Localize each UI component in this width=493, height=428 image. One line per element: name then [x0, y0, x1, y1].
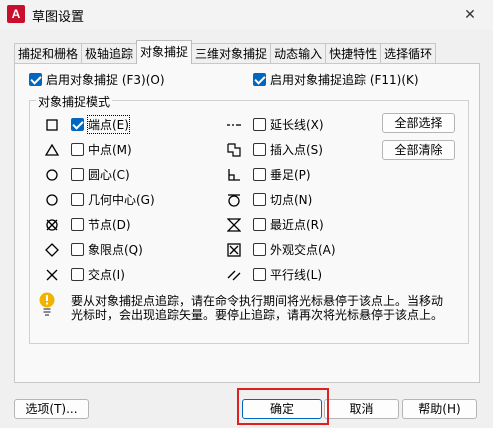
- dashed-line-icon: [227, 118, 241, 132]
- extension-label: 延长线(X): [270, 118, 324, 132]
- circle-icon: [45, 168, 59, 182]
- apparent-intersection-label: 外观交点(A): [270, 243, 336, 257]
- tangent-checkbox[interactable]: [253, 193, 266, 206]
- triangle-icon: [45, 143, 59, 157]
- tracking-help-text: 要从对象捕捉点追踪，请在命令执行期间将光标悬停于该点上。当移动光标时，会出现追踪…: [71, 294, 444, 322]
- snap-quadrant[interactable]: 象限点(Q): [45, 241, 143, 258]
- snap-geometric-center[interactable]: 几何中心(G): [45, 191, 155, 208]
- insertion-label: 插入点(S): [270, 143, 323, 157]
- select-all-button[interactable]: 全部选择: [382, 113, 455, 133]
- endpoint-label: 端点(E): [87, 115, 130, 134]
- tangent-label: 切点(N): [270, 193, 313, 207]
- tangent-icon: [227, 193, 241, 207]
- snap-insertion[interactable]: 插入点(S): [227, 141, 323, 158]
- circle-cross-icon: [45, 218, 59, 232]
- node-label: 节点(D): [88, 218, 131, 232]
- midpoint-label: 中点(M): [88, 143, 132, 157]
- nearest-checkbox[interactable]: [253, 218, 266, 231]
- snap-modes-title: 对象捕捉模式: [36, 93, 113, 110]
- enable-tracking-label: 启用对象捕捉追踪 (F11)(K): [270, 73, 419, 87]
- info-bulb-icon: [39, 292, 55, 316]
- snap-tangent[interactable]: 切点(N): [227, 191, 312, 208]
- x-cross-icon: [45, 268, 59, 282]
- tab-object-snap[interactable]: 对象捕捉: [136, 40, 193, 64]
- help-button[interactable]: 帮助(H): [402, 399, 477, 419]
- nearest-label: 最近点(R): [270, 218, 324, 232]
- square-icon: [45, 118, 59, 132]
- tab-snap-grid[interactable]: 捕捉和栅格: [14, 43, 83, 64]
- box-x-icon: [227, 242, 241, 257]
- endpoint-checkbox[interactable]: [71, 118, 84, 131]
- window-title: 草图设置: [32, 10, 85, 25]
- geometric-center-checkbox[interactable]: [71, 193, 84, 206]
- midpoint-checkbox[interactable]: [71, 143, 84, 156]
- tab-3d-object-snap[interactable]: 三维对象捕捉: [191, 43, 272, 64]
- clear-all-button[interactable]: 全部清除: [382, 140, 455, 160]
- ok-button-highlight: [237, 388, 329, 425]
- snap-midpoint[interactable]: 中点(M): [45, 141, 132, 158]
- snap-center[interactable]: 圆心(C): [45, 166, 130, 183]
- node-checkbox[interactable]: [71, 218, 84, 231]
- tab-polar-tracking[interactable]: 极轴追踪: [81, 43, 138, 64]
- intersection-checkbox[interactable]: [71, 268, 84, 281]
- hourglass-icon: [227, 217, 241, 232]
- center-checkbox[interactable]: [71, 168, 84, 181]
- apparent-intersection-checkbox[interactable]: [253, 243, 266, 256]
- snap-perpendicular[interactable]: 垂足(P): [227, 166, 311, 183]
- geometric-center-label: 几何中心(G): [88, 193, 155, 207]
- quadrant-label: 象限点(Q): [88, 243, 143, 257]
- app-icon: A: [7, 5, 25, 23]
- snap-apparent-intersection[interactable]: 外观交点(A): [227, 241, 336, 258]
- snap-intersection[interactable]: 交点(I): [45, 266, 125, 283]
- perpendicular-icon: [227, 168, 241, 182]
- snap-endpoint[interactable]: 端点(E): [45, 115, 130, 134]
- extension-checkbox[interactable]: [253, 118, 266, 131]
- intersection-label: 交点(I): [88, 268, 125, 282]
- enable-osnap-label: 启用对象捕捉 (F3)(O): [46, 73, 165, 87]
- enable-osnap-option[interactable]: 启用对象捕捉 (F3)(O): [29, 71, 165, 88]
- circle-icon: [45, 193, 59, 207]
- close-button[interactable]: ✕: [447, 0, 493, 30]
- parallel-checkbox[interactable]: [253, 268, 266, 281]
- enable-tracking-option[interactable]: 启用对象捕捉追踪 (F11)(K): [253, 71, 419, 88]
- tab-selection-cycling[interactable]: 选择循环: [380, 43, 437, 64]
- tab-quick-properties[interactable]: 快捷特性: [325, 43, 382, 64]
- object-snap-panel: 启用对象捕捉 (F3)(O) 启用对象捕捉追踪 (F11)(K) 对象捕捉模式 …: [14, 63, 480, 383]
- tab-dynamic-input[interactable]: 动态输入: [270, 43, 327, 64]
- parallel-icon: [227, 268, 241, 282]
- snap-extension[interactable]: 延长线(X): [227, 116, 324, 133]
- cancel-button[interactable]: 取消: [324, 399, 399, 419]
- perpendicular-label: 垂足(P): [270, 168, 311, 182]
- snap-nearest[interactable]: 最近点(R): [227, 216, 324, 233]
- enable-osnap-checkbox[interactable]: [29, 73, 42, 86]
- snap-node[interactable]: 节点(D): [45, 216, 131, 233]
- snap-parallel[interactable]: 平行线(L): [227, 266, 322, 283]
- tab-strip: 捕捉和栅格 极轴追踪 对象捕捉 三维对象捕捉 动态输入 快捷特性 选择循环: [14, 40, 437, 64]
- title-bar: A 草图设置 ✕: [0, 0, 493, 30]
- diamond-icon: [45, 242, 59, 257]
- quadrant-checkbox[interactable]: [71, 243, 84, 256]
- options-button[interactable]: 选项(T)...: [14, 399, 89, 419]
- parallel-label: 平行线(L): [270, 268, 323, 282]
- perpendicular-checkbox[interactable]: [253, 168, 266, 181]
- enable-tracking-checkbox[interactable]: [253, 73, 266, 86]
- insert-icon: [227, 142, 241, 157]
- insertion-checkbox[interactable]: [253, 143, 266, 156]
- center-label: 圆心(C): [88, 168, 130, 182]
